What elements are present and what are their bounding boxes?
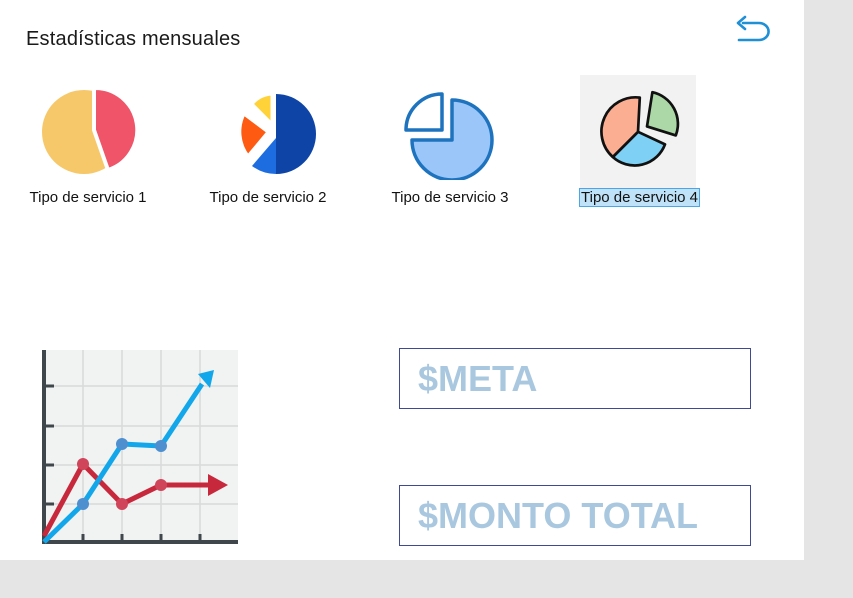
page-title: Estadísticas mensuales xyxy=(26,28,241,50)
pie-chart-icon xyxy=(238,92,316,174)
main-panel: Estadísticas mensuales Tipo de servicio … xyxy=(0,0,804,560)
tile-label: Tipo de servicio 4 xyxy=(579,188,700,207)
pie-chart-icon xyxy=(600,90,680,167)
tile-servicio-4[interactable]: Tipo de servicio 4 xyxy=(560,75,700,215)
tile-label: Tipo de servicio 2 xyxy=(209,189,327,206)
back-arrow-icon xyxy=(736,15,770,42)
monto-total-field[interactable]: $MONTO TOTAL xyxy=(399,485,751,546)
tile-servicio-3[interactable]: Tipo de servicio 3 xyxy=(380,75,520,215)
tile-label: Tipo de servicio 1 xyxy=(29,189,147,206)
meta-placeholder: $META xyxy=(418,357,538,399)
line-chart-icon xyxy=(40,350,238,546)
tile-servicio-1[interactable]: Tipo de servicio 1 xyxy=(18,75,158,215)
pie-chart-icon xyxy=(404,92,494,180)
tile-servicio-2[interactable]: Tipo de servicio 2 xyxy=(198,75,338,215)
pie-chart-icon xyxy=(42,85,138,174)
back-button[interactable] xyxy=(733,14,773,48)
tile-label: Tipo de servicio 3 xyxy=(391,189,509,206)
meta-field[interactable]: $META xyxy=(399,348,751,409)
monto-total-placeholder: $MONTO TOTAL xyxy=(418,494,699,536)
